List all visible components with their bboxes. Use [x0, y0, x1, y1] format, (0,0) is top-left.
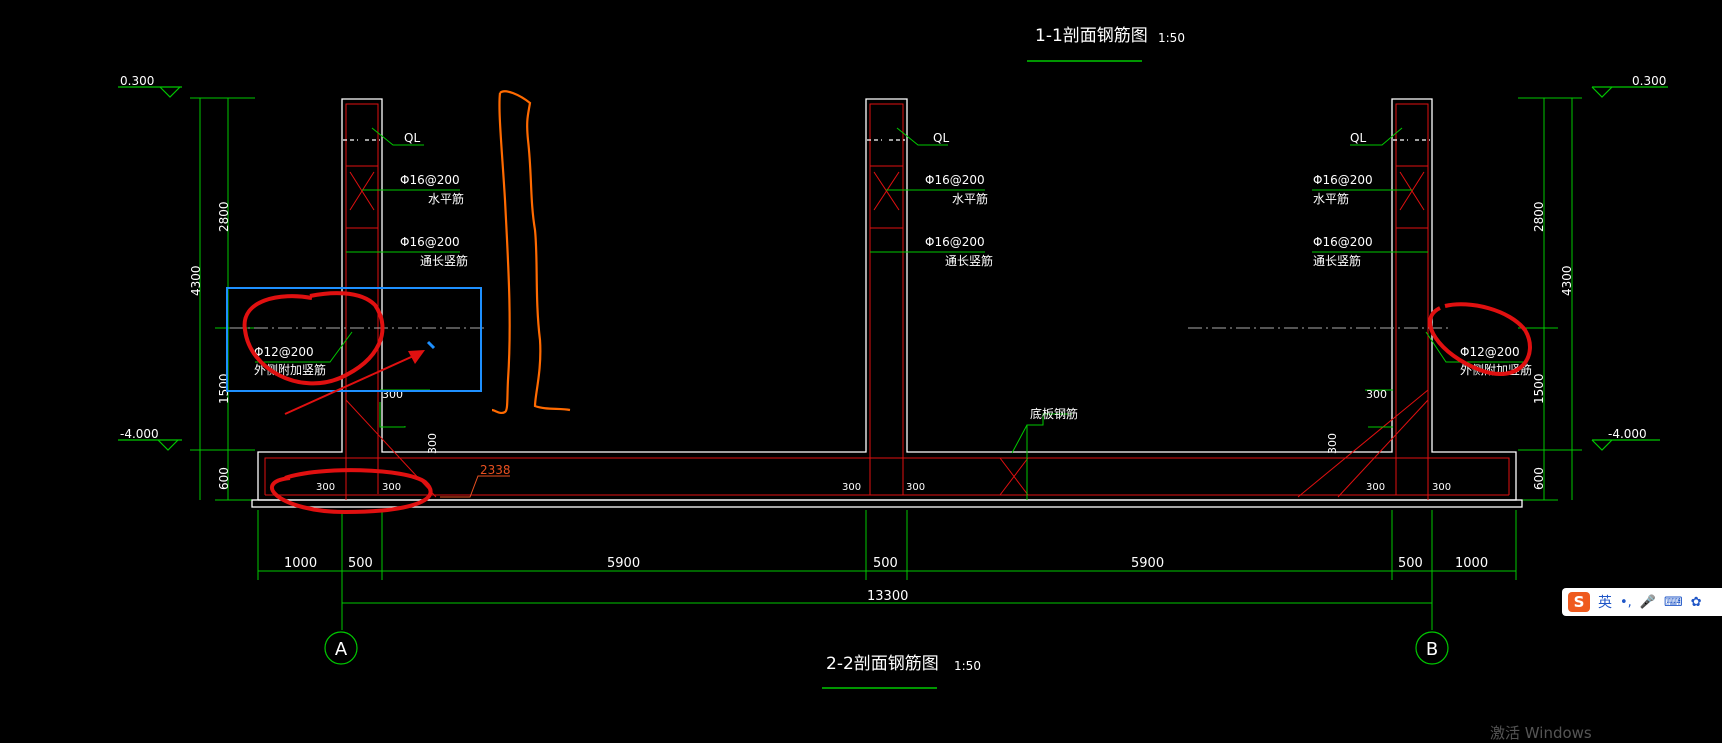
label-hbar-left: Φ16@200 — [400, 173, 460, 187]
vdim-left-600: 600 — [217, 467, 231, 490]
slab-dim-2: 300 — [382, 482, 401, 493]
axis-b-label: B — [1426, 639, 1438, 660]
title-top-text: 1-1剖面钢筋图 — [1035, 26, 1148, 46]
label-vbar-name-left: 通长竖筋 — [420, 253, 468, 268]
vdim-left-1500: 1500 — [217, 373, 231, 404]
elev-bottom-left: -4.000 — [120, 427, 159, 441]
rebar — [264, 103, 1510, 500]
slab-dim-3: 300 — [842, 482, 861, 493]
slab-dim-4: 300 — [906, 482, 925, 493]
axis-a: A — [324, 631, 358, 665]
haunch-left-v: 300 — [426, 433, 439, 454]
hdim-500-left: 500 — [348, 556, 373, 571]
vdim-right-total: 4300 — [1560, 265, 1574, 296]
vdim-right-1500: 1500 — [1532, 373, 1546, 404]
label-hbar-name-mid: 水平筋 — [952, 191, 988, 206]
punct-icon[interactable]: •, — [1620, 595, 1632, 610]
vdim-left-2800: 2800 — [217, 201, 231, 232]
hdim-500-mid: 500 — [873, 556, 898, 571]
slab-dim-6: 300 — [1432, 482, 1451, 493]
skin-icon[interactable]: ✿ — [1691, 595, 1702, 610]
elev-top-right: 0.300 — [1632, 74, 1666, 88]
haunch-left-h: 300 — [382, 388, 403, 401]
cad-drawing-canvas[interactable]: 1-1剖面钢筋图 1:50 2-2剖面钢筋图 1:50 0.300 0.300 … — [0, 0, 1722, 735]
label-ql-left: QL — [404, 131, 420, 145]
ime-toolbar[interactable]: S 英 •, 🎤 ⌨ ✿ — [1562, 588, 1722, 616]
title-bottom: 2-2剖面钢筋图 1:50 — [822, 654, 981, 689]
label-hbar-name-left: 水平筋 — [428, 191, 464, 206]
ime-language-toggle[interactable]: 英 — [1598, 592, 1612, 612]
label-added-left: Φ12@200 — [254, 345, 314, 359]
haunch-right-h: 300 — [1366, 388, 1387, 401]
label-base-slab: 底板钢筋 — [1030, 406, 1078, 421]
label-vbar-left: Φ16@200 — [400, 235, 460, 249]
vdim-left-total: 4300 — [189, 265, 203, 296]
hdim-500-right: 500 — [1398, 556, 1423, 571]
red-length-callout: 2338 — [440, 463, 511, 498]
label-hbar-right: Φ16@200 — [1313, 173, 1373, 187]
label-ql-mid: QL — [933, 131, 949, 145]
elevation-marks — [118, 86, 1668, 451]
elev-top-left: 0.300 — [120, 74, 154, 88]
vdim-right-2800: 2800 — [1532, 201, 1546, 232]
hdim-total: 13300 — [867, 589, 908, 604]
hdim-5900-left: 5900 — [607, 556, 640, 571]
horizontal-dim-labels: 1000 500 5900 500 5900 500 1000 13300 — [284, 556, 1488, 604]
vertical-dimension-left — [190, 97, 255, 501]
title-top-scale: 1:50 — [1158, 31, 1185, 45]
activation-watermark: 激活 Windows — [1490, 724, 1592, 742]
title-bottom-scale: 1:50 — [954, 659, 981, 673]
red-circle-slab-dims — [270, 468, 433, 515]
orange-hand-mark — [491, 90, 571, 415]
axis-a-label: A — [335, 639, 348, 660]
vdim-right-600: 600 — [1532, 467, 1546, 490]
label-hbar-name-right: 水平筋 — [1313, 191, 1349, 206]
hdim-1000-right: 1000 — [1455, 556, 1488, 571]
label-ql-right: QL — [1350, 131, 1366, 145]
title-bottom-text: 2-2剖面钢筋图 — [826, 654, 939, 674]
label-added-right: Φ12@200 — [1460, 345, 1520, 359]
red-length-text: 2338 — [480, 463, 511, 477]
blue-cursor-mark — [426, 340, 436, 350]
vertical-dimension-right — [1518, 97, 1582, 501]
keyboard-icon[interactable]: ⌨ — [1664, 595, 1683, 610]
hdim-5900-right: 5900 — [1131, 556, 1164, 571]
wall-labels: QL Φ16@200 水平筋 Φ16@200 通长竖筋 Φ12@200 外侧附加… — [254, 131, 1532, 493]
label-vbar-right: Φ16@200 — [1313, 235, 1373, 249]
slab-dim-5: 300 — [1366, 482, 1385, 493]
haunch-right-v: 300 — [1326, 433, 1339, 454]
hdim-1000-left: 1000 — [284, 556, 317, 571]
label-hbar-mid: Φ16@200 — [925, 173, 985, 187]
ime-logo-icon[interactable]: S — [1568, 592, 1590, 612]
title-top: 1-1剖面钢筋图 1:50 — [1027, 26, 1185, 62]
label-vbar-name-right: 通长竖筋 — [1313, 253, 1361, 268]
slab-dim-1: 300 — [316, 482, 335, 493]
axis-b: B — [1415, 631, 1449, 665]
elev-bottom-right: -4.000 — [1608, 427, 1647, 441]
label-vbar-name-mid: 通长竖筋 — [945, 253, 993, 268]
mic-icon[interactable]: 🎤 — [1640, 595, 1656, 610]
label-vbar-mid: Φ16@200 — [925, 235, 985, 249]
